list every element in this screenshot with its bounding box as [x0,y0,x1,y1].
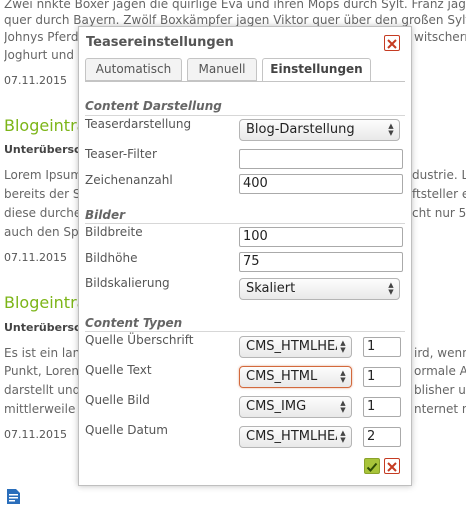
blog-date: 07.11.2015 [4,74,67,87]
blog-text-line: Joghurt und [4,48,74,62]
section-divider [85,331,405,332]
quelle-bild-label: Quelle Bild [85,393,150,407]
cancel-x-icon [387,462,397,472]
blog-text-line: auch den Sp [4,225,79,239]
blog-text-line: Es ist ein lan [4,346,81,360]
select-arrows-icon: ▲ ▼ [340,429,346,444]
quelle-ueberschrift-select[interactable]: CMS_HTMLHEAD ▲▼ [239,336,352,358]
teaserdarstellung-value: Blog-Darstellung [246,122,355,137]
blog-text-line: bereits der S [4,187,81,201]
blog-text-line: ird, wenn [414,346,466,360]
blog-date: 07.11.2015 [4,251,67,264]
teaser-settings-dialog: Teasereinstellungen Automatisch Manuell … [78,26,412,486]
section-divider [85,223,405,224]
section-content-darstellung: Content Darstellung [85,99,222,113]
teaserdarstellung-label: Teaserdarstellung [85,117,192,131]
tab-einstellungen[interactable]: Einstellungen [262,58,371,82]
section-bilder: Bilder [85,208,126,222]
blog-text-line: ftsteller e [412,187,466,201]
quelle-ueberschrift-value: CMS_HTMLHEAD [246,339,337,354]
quelle-bild-value: CMS_IMG [246,399,307,414]
blog-title-link[interactable]: Blogeintra [4,116,86,135]
select-arrows-icon: ▲ ▼ [340,369,346,384]
quelle-datum-label: Quelle Datum [85,423,168,437]
cancel-button[interactable] [384,458,400,474]
select-arrows-icon: ▲ ▼ [340,399,346,414]
teaserdarstellung-select[interactable]: Blog-Darstellung ▲ ▼ [239,119,400,141]
quelle-datum-value: CMS_HTMLHEAD [246,429,337,444]
blog-text-line: Johnys Pferd [4,30,79,44]
quelle-bild-select[interactable]: CMS_IMG ▲ ▼ [239,396,352,418]
select-arrows-icon: ▲ ▼ [340,339,346,354]
checkmark-icon [366,462,378,472]
blog-title-link[interactable]: Blogeintra [4,293,86,312]
quelle-bild-number[interactable]: 1 [363,397,401,417]
tab-divider [85,81,405,82]
blog-text-line: Lorem Ipsum [4,168,83,182]
teaser-filter-input[interactable] [239,149,403,169]
blog-text-line: dustrie. L [412,168,466,182]
blog-text-line: witschern [414,30,466,44]
close-button[interactable] [384,35,400,51]
blog-subtitle: Unterübersch [4,143,89,156]
dialog-title: Teasereinstellungen [86,35,234,50]
blog-text-line: diese durche [4,206,82,220]
teaser-filter-label: Teaser-Filter [85,147,157,161]
blog-text-line: Punkt, Loren [4,364,79,378]
quelle-datum-select[interactable]: CMS_HTMLHEAD ▲▼ [239,426,352,448]
quelle-text-number[interactable]: 1 [363,367,401,387]
bildskalierung-select[interactable]: Skaliert ▲ ▼ [239,278,400,300]
tab-automatisch[interactable]: Automatisch [85,58,182,81]
blog-text-line: ormale A [414,364,466,378]
blog-text-line: quer durch Bayern. Zwölf Boxkämpfer jage… [4,13,466,27]
blog-text-line: blisher u [414,383,466,397]
select-arrows-icon: ▲ ▼ [388,122,394,137]
blog-text-line: mittlerweile [4,402,76,416]
section-divider [85,115,405,116]
section-content-typen: Content Typen [85,316,183,330]
select-arrows-icon: ▲ ▼ [388,281,394,296]
bildhoehe-label: Bildhöhe [85,251,138,265]
blog-text-line: Zwei nnkte Boxer jagen die quirlige Eva … [4,0,466,11]
bildskalierung-label: Bildskalierung [85,276,170,290]
tab-manuell[interactable]: Manuell [187,58,257,81]
quelle-ueberschrift-number[interactable]: 1 [363,337,401,357]
blog-subtitle: Unterübersch [4,321,89,334]
bildbreite-label: Bildbreite [85,225,143,239]
zeichenanzahl-input[interactable]: 400 [239,174,403,194]
quelle-datum-number[interactable]: 2 [363,427,401,447]
zeichenanzahl-label: Zeichenanzahl [85,173,173,187]
quelle-text-label: Quelle Text [85,363,152,377]
blog-text-line: nternet n [414,402,466,416]
blog-text-line: darstellt und [4,383,81,397]
bildbreite-input[interactable]: 100 [239,227,403,247]
blog-date: 07.11.2015 [4,428,67,441]
bildhoehe-input[interactable]: 75 [239,252,403,272]
close-x-icon [387,39,397,49]
tab-bar: Automatisch Manuell Einstellungen [85,58,405,82]
quelle-text-value: CMS_HTML [246,369,318,384]
bildskalierung-value: Skaliert [246,281,296,296]
quelle-ueberschrift-label: Quelle Überschrift [85,333,194,347]
ok-button[interactable] [364,458,380,474]
blog-text-line: cht nur 5 [412,206,466,220]
edit-document-icon[interactable] [6,488,21,505]
quelle-text-select[interactable]: CMS_HTML ▲ ▼ [239,366,352,388]
